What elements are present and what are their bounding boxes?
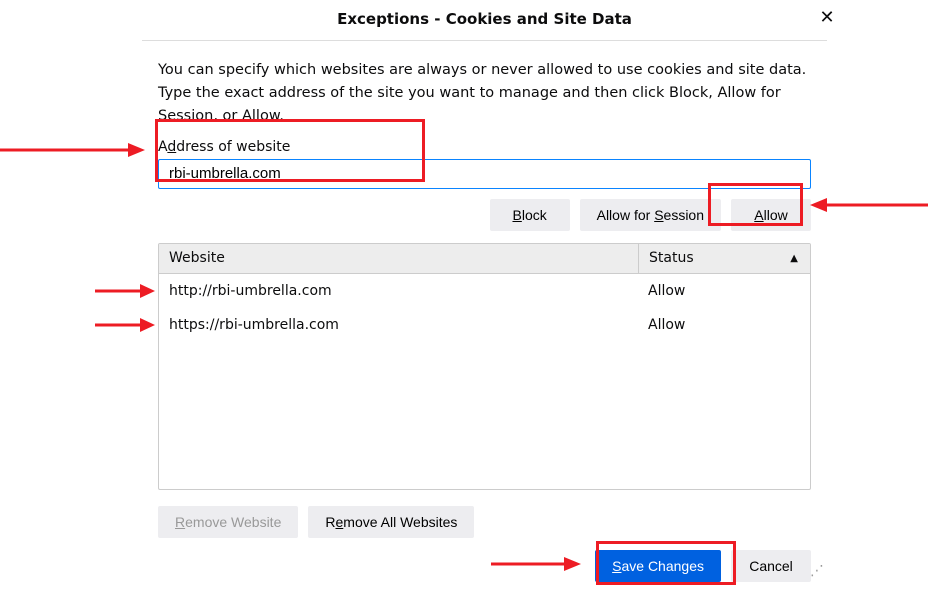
address-input[interactable]	[158, 159, 811, 189]
save-changes-button[interactable]: Save Changes	[595, 550, 721, 582]
annotation-arrow	[0, 140, 145, 160]
exceptions-table: Website Status ▲ http://rbi-umbrella.com…	[158, 243, 811, 490]
cancel-button[interactable]: Cancel	[731, 550, 811, 582]
table-row[interactable]: http://rbi-umbrella.com Allow	[159, 274, 810, 308]
dialog-description: You can specify which websites are alway…	[158, 59, 811, 129]
label-part: A	[158, 139, 167, 155]
label-part: dress of website	[176, 139, 290, 155]
cell-website: http://rbi-umbrella.com	[159, 283, 638, 299]
remove-all-websites-button[interactable]: Remove All Websites	[308, 506, 474, 538]
mnemonic: R	[175, 514, 185, 530]
mnemonic: S	[654, 207, 663, 223]
allow-for-session-button[interactable]: Allow for Session	[580, 199, 721, 231]
allow-button[interactable]: Allow	[731, 199, 811, 231]
dialog-header: Exceptions - Cookies and Site Data ✕	[142, 0, 827, 41]
label-part: move All Websites	[343, 514, 457, 530]
close-button[interactable]: ✕	[817, 8, 837, 28]
header-status[interactable]: Status ▲	[638, 244, 810, 273]
label-mnemonic: d	[167, 139, 176, 155]
mnemonic: B	[512, 207, 521, 223]
dialog-title: Exceptions - Cookies and Site Data	[142, 10, 827, 28]
label-part: ession	[664, 207, 704, 223]
label-part: lock	[522, 207, 547, 223]
sort-ascending-icon: ▲	[790, 253, 798, 264]
resize-grip-icon: ⋰	[810, 563, 824, 579]
action-button-row: Block Allow for Session Allow	[158, 199, 811, 231]
remove-website-button: Remove Website	[158, 506, 298, 538]
label-part: R	[325, 514, 335, 530]
header-website[interactable]: Website	[159, 250, 638, 266]
close-icon: ✕	[819, 7, 834, 28]
label-part: Allow for	[597, 207, 655, 223]
annotation-arrow	[810, 195, 928, 215]
cell-status: Allow	[638, 317, 810, 333]
cell-status: Allow	[638, 283, 810, 299]
table-body: http://rbi-umbrella.com Allow https://rb…	[159, 274, 810, 342]
table-row[interactable]: https://rbi-umbrella.com Allow	[159, 308, 810, 342]
dialog-buttons-row: Save Changes Cancel	[158, 550, 811, 582]
block-button[interactable]: Block	[490, 199, 570, 231]
label-part: llow	[764, 207, 788, 223]
remove-buttons-row: Remove Website Remove All Websites	[158, 506, 811, 538]
cell-website: https://rbi-umbrella.com	[159, 317, 638, 333]
table-header: Website Status ▲	[159, 244, 810, 274]
exceptions-dialog: Exceptions - Cookies and Site Data ✕ You…	[142, 0, 827, 582]
address-label: Address of website	[158, 139, 811, 155]
label-part: emove Website	[185, 514, 281, 530]
mnemonic: A	[754, 207, 763, 223]
header-status-label: Status	[649, 250, 694, 266]
label-part: ave Changes	[621, 558, 704, 574]
